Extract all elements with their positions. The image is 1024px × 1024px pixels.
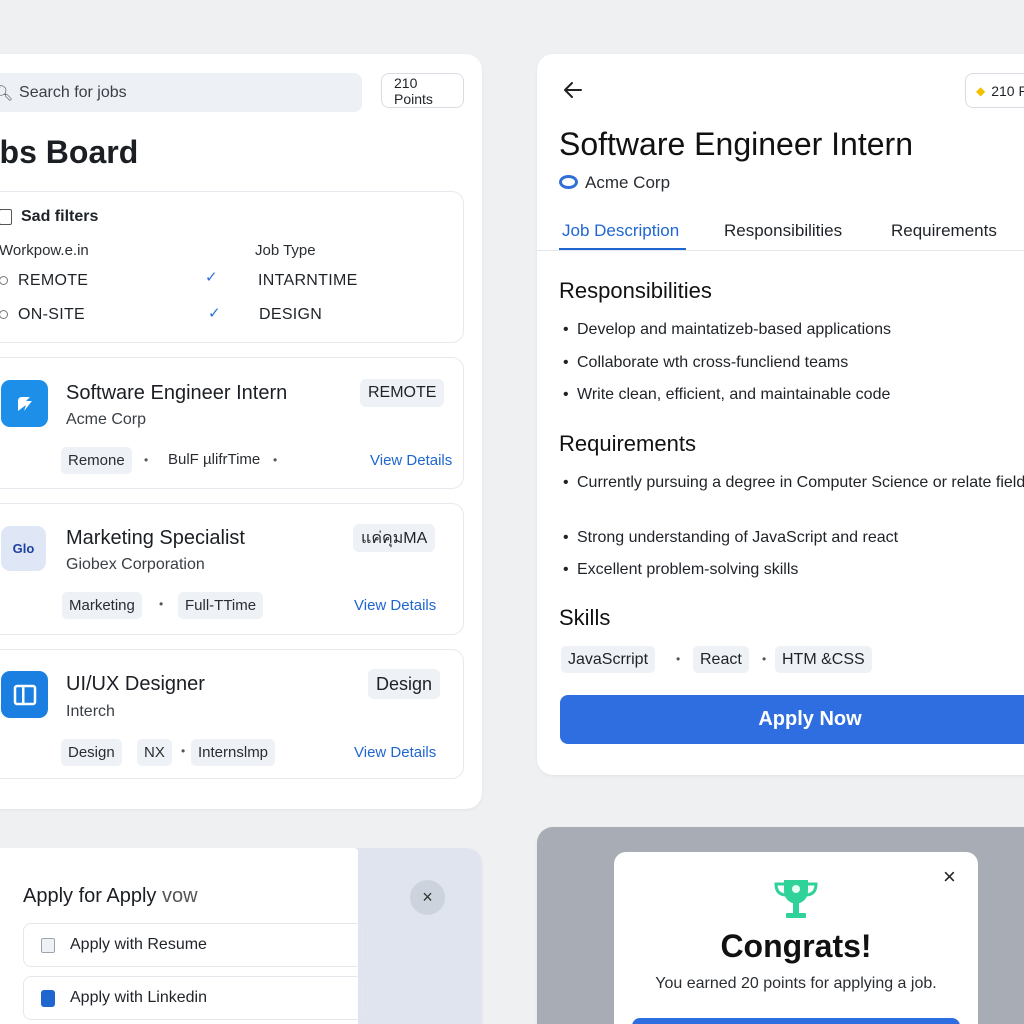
company-logo-icon [1,671,48,718]
job-type-badge: Design [368,669,441,699]
separator-dot: • [181,744,186,758]
close-button[interactable]: × [410,880,445,915]
list-item: Excellent problem-solving skills [563,558,798,581]
divider [537,250,1024,251]
company-logo-icon [1,380,48,427]
job-title[interactable]: Software Engineer Intern [66,382,287,405]
job-title: Software Engineer Intern [559,126,913,162]
radio-icon [0,276,8,286]
back-arrow-icon[interactable] [561,78,585,102]
company-icon [559,175,578,189]
skill-tag: HTM &CSS [775,646,872,673]
tab-responsibilities[interactable]: Responsibilities [724,221,842,241]
search-input[interactable]: 🔍︎ Search for jobs [0,73,362,112]
job-type-badge: แค่คุมMA [353,524,436,552]
check-icon: ✓ [208,305,221,322]
list-item: Currently pursuing a degree in Computer … [563,471,1024,494]
view-details-link[interactable]: View Details [370,452,452,469]
skill-tag: JavaScrript [561,646,656,673]
job-tag: Internslmp [191,739,276,766]
apply-with-resume-button[interactable]: Apply with Resume [23,923,363,967]
skills-heading: Skills [559,605,611,630]
document-icon [41,938,55,953]
job-card[interactable]: UI/UX Designer Interch Design Design NX … [0,649,464,779]
filters-title: Sad filters [21,208,99,225]
job-tag: BulF µlifrTime [168,451,261,468]
job-company: Giobex Corporation [66,556,205,573]
separator-dot: • [144,453,149,467]
job-tag: Remone [61,447,132,474]
job-company: Interch [66,703,115,720]
skill-tag: React [693,646,749,673]
job-company: Acme Corp [585,173,671,192]
filters-card: Sad filters Workpow.e.in Job Type REMOTE… [0,191,464,343]
tab-job-description[interactable]: Job Description [562,221,679,241]
separator-dot: • [762,652,767,666]
congrats-message: You earned 20 points for applying a job. [655,975,937,992]
apply-modal-panel: Apply for Apply vow Apply with Resume Ap… [0,848,482,1024]
job-card[interactable]: Software Engineer Intern Acme Corp REMOT… [0,357,464,489]
tab-requirements[interactable]: Requirements [891,221,997,241]
apply-sheet: Apply for Apply vow Apply with Resume Ap… [0,848,363,1024]
points-label: 210 P [991,82,1024,99]
job-type-badge: REMOTE [360,379,445,407]
star-icon: ◆ [976,83,986,98]
linkedin-icon [41,990,55,1007]
filter-icon [0,209,12,225]
job-tag: Design [61,739,122,766]
congrats-action-button[interactable] [632,1018,960,1024]
job-title[interactable]: UI/UX Designer [66,673,205,696]
search-icon: 🔍︎ [0,84,14,102]
filter-option-design[interactable]: DESIGN [259,306,322,324]
job-tag: NX [137,739,172,766]
apply-title: Apply for Apply vow [23,885,198,907]
separator-dot: • [273,453,278,467]
congrats-dialog: × Congrats! You earned 20 points for app… [614,852,978,1024]
points-badge[interactable]: ◆ 210 P [965,73,1024,108]
trophy-icon [774,880,818,918]
filter-option-remote[interactable]: REMOTE [0,272,88,290]
requirements-heading: Requirements [559,431,696,456]
job-company: Acme Corp [66,411,147,428]
close-icon: × [422,887,433,907]
filter-option-intern-time[interactable]: INTARNTIME [258,272,358,290]
separator-dot: • [159,597,164,611]
job-card[interactable]: Glo Marketing Specialist Giobex Corporat… [0,503,464,635]
points-badge[interactable]: 210 Points [381,73,464,108]
search-placeholder: Search for jobs [19,83,127,101]
filter-header-workplace: Workpow.e.in [0,242,89,259]
page-title: obs Board [0,134,139,170]
separator-dot: • [676,652,681,666]
filter-header-job-type: Job Type [255,242,316,259]
jobs-board-panel: 🔍︎ Search for jobs 210 Points obs Board … [0,54,482,809]
apply-with-linkedin-button[interactable]: Apply with Linkedin [23,976,363,1020]
responsibilities-heading: Responsibilities [559,278,712,303]
filter-option-onsite[interactable]: ON-SITE [0,306,85,324]
close-icon[interactable]: × [943,864,956,890]
view-details-link[interactable]: View Details [354,744,436,761]
radio-icon [0,310,8,320]
job-tag: Full-TTime [178,592,264,619]
job-tag: Marketing [62,592,142,619]
list-item: Collaborate wth cross-funcliend teams [563,351,848,374]
job-title[interactable]: Marketing Specialist [66,527,245,550]
job-detail-panel: ◆ 210 P Software Engineer Intern Acme Co… [537,54,1024,775]
company-logo-icon: Glo [1,526,46,571]
list-item: Write clean, efficient, and maintainable… [563,383,890,406]
list-item: Strong understanding of JavaScript and r… [563,526,898,549]
points-label: 210 Points [394,74,433,107]
check-icon: ✓ [205,269,218,286]
list-item: Develop and maintatizeb-based applicatio… [563,318,891,341]
view-details-link[interactable]: View Details [354,597,436,614]
congrats-title: Congrats! [720,928,872,964]
apply-now-button[interactable]: Apply Now [560,695,1024,744]
